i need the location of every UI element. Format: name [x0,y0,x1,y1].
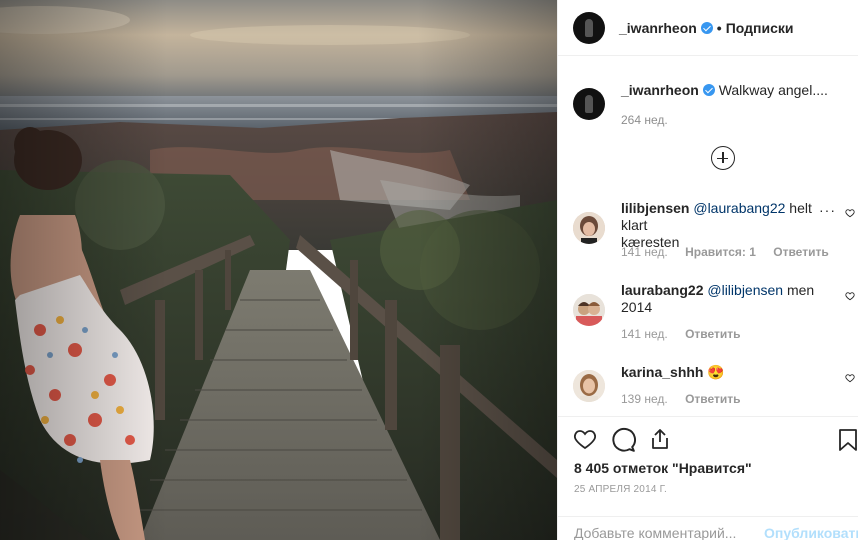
more-options-icon[interactable]: ··· [819,202,836,218]
comment-mention[interactable]: @lilibjensen [707,282,783,298]
add-comment-bar: Опубликовать [558,516,858,540]
comment-input[interactable] [574,525,754,540]
caption-text: _iwanrheon Walkway angel.... [621,82,828,98]
load-more-comments-icon[interactable] [711,146,735,170]
post-date[interactable]: 25 АПРЕЛЯ 2014 Г. [574,484,667,495]
like-count[interactable]: 8 405 отметок "Нравится" [574,460,752,476]
comment-mention[interactable]: @laurabang22 [693,200,785,216]
separator-dot: • [716,19,722,36]
comment-body-line1: men [783,282,815,298]
comment-icon[interactable] [610,427,636,453]
verified-icon [700,21,713,34]
comment-body-line2: 2014 [621,299,653,315]
comment-time[interactable]: 141 нед. [621,327,668,341]
post-side-panel: _iwanrheon • Подписки _iwanrheon Walkway… [557,0,858,540]
comment-time[interactable]: 141 нед. [621,245,668,259]
commenter-avatar[interactable] [573,212,605,244]
bookmark-icon[interactable] [838,428,858,452]
comment-likes[interactable]: Нравится: 1 [685,245,756,259]
caption-time[interactable]: 264 нед. [621,113,668,127]
comment-meta: 139 нед. Ответить [621,392,755,406]
comment-text: lilibjensen @laurabang22 helt klart kære… [621,200,821,251]
author-avatar[interactable] [573,11,605,44]
caption-avatar[interactable] [573,88,605,120]
small-heart-icon[interactable] [845,208,855,218]
comment-meta: 141 нед. Нравится: 1 Ответить [621,245,843,259]
reply-button[interactable]: Ответить [773,245,828,259]
caption-body: Walkway angel.... [718,82,828,98]
author-username[interactable]: _iwanrheon [619,20,697,36]
comment-time[interactable]: 139 нед. [621,392,668,406]
reply-button[interactable]: Ответить [685,327,740,341]
like-icon[interactable] [572,427,598,451]
comment-username[interactable]: laurabang22 [621,282,703,298]
post-actions: 8 405 отметок "Нравится" 25 АПРЕЛЯ 2014 … [558,416,858,540]
comment-text: karina_shhh 😍 [621,364,821,381]
following-button[interactable]: Подписки [726,20,794,36]
verified-icon [702,84,715,96]
comment-text: laurabang22 @lilibjensen men 2014 [621,282,821,316]
comment-username[interactable]: lilibjensen [621,200,689,216]
commenter-avatar[interactable] [573,370,605,402]
reply-button[interactable]: Ответить [685,392,740,406]
small-heart-icon[interactable] [845,373,855,383]
post-photo [0,0,557,540]
comment-meta: 141 нед. Ответить [621,327,755,341]
caption-username[interactable]: _iwanrheon [621,82,699,98]
share-icon[interactable] [648,427,672,451]
post-header: _iwanrheon • Подписки [558,0,858,56]
comment-username[interactable]: karina_shhh [621,364,703,380]
comment-emoji: 😍 [707,364,725,380]
small-heart-icon[interactable] [845,291,855,301]
publish-button[interactable]: Опубликовать [764,525,858,540]
commenter-avatar[interactable] [573,294,605,326]
